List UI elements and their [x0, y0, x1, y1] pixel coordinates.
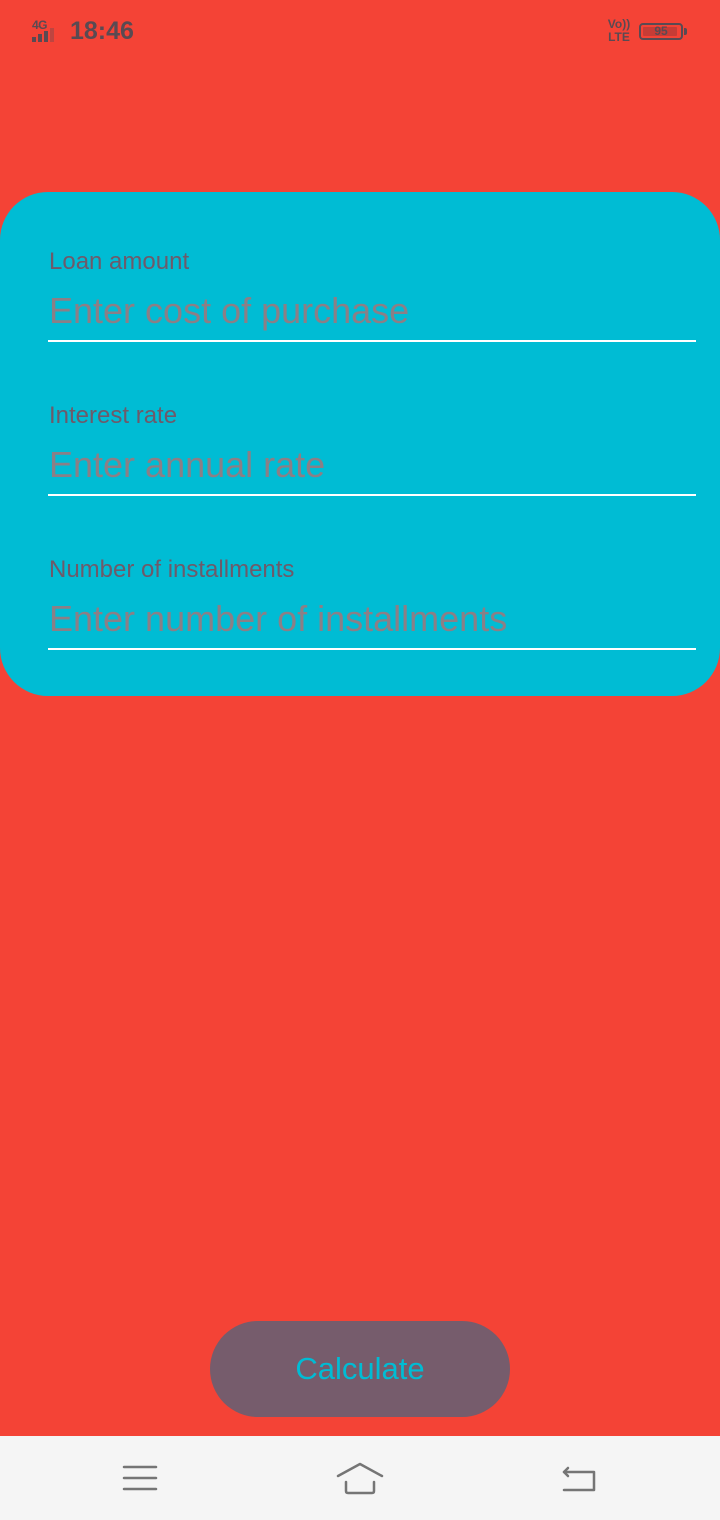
lte-label: LTE	[608, 30, 630, 44]
clock: 18:46	[70, 17, 134, 45]
volte-indicator: Vo)) LTE	[604, 18, 634, 44]
installments-input[interactable]	[48, 590, 696, 650]
loan-amount-label: Loan amount	[49, 248, 190, 275]
menu-icon	[122, 1465, 158, 1491]
interest-rate-field: Interest rate	[48, 402, 696, 514]
loan-amount-input[interactable]	[48, 282, 696, 342]
interest-rate-label: Interest rate	[49, 402, 178, 429]
loan-amount-field: Loan amount	[48, 248, 696, 360]
back-button[interactable]	[556, 1458, 604, 1498]
home-icon	[336, 1462, 384, 1495]
home-button[interactable]	[336, 1458, 384, 1498]
status-bar: 4G 18:46 Vo)) LTE 95	[0, 0, 720, 66]
menu-button[interactable]	[116, 1458, 164, 1498]
navigation-bar	[0, 1436, 720, 1520]
calculate-button[interactable]: Calculate	[210, 1321, 510, 1417]
loan-form-card: Loan amount Interest rate Number of inst…	[0, 192, 720, 696]
back-icon	[562, 1466, 596, 1492]
signal-icon: 4G	[32, 18, 62, 44]
installments-field: Number of installments	[48, 556, 696, 668]
battery-level: 95	[654, 24, 668, 38]
battery-icon: 95	[639, 23, 683, 40]
network-type: 4G	[32, 18, 48, 32]
installments-label: Number of installments	[49, 556, 295, 583]
battery-tip	[684, 28, 687, 35]
interest-rate-input[interactable]	[48, 436, 696, 496]
